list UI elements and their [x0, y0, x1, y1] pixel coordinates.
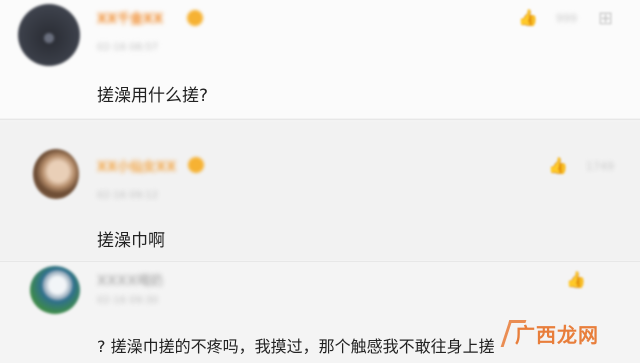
- thumbs-up-icon[interactable]: 👍: [548, 156, 568, 175]
- watermark: 广西龙网: [515, 323, 599, 347]
- like-count: 999: [556, 12, 577, 25]
- vip-badge-icon: [188, 157, 204, 173]
- timestamp: 02-16 09:30: [97, 295, 159, 306]
- username[interactable]: XX小仙女XX: [97, 156, 176, 175]
- username[interactable]: XX千金XX: [97, 8, 163, 27]
- timestamp: 02-16 08:57: [97, 42, 159, 53]
- divider: [0, 119, 640, 120]
- like-count: 1749: [586, 160, 614, 173]
- divider: [0, 261, 640, 262]
- avatar[interactable]: [30, 266, 80, 314]
- thumbs-up-icon[interactable]: 👍: [566, 270, 586, 289]
- comment-text: 搓澡用什么搓?: [97, 86, 209, 106]
- comment-text: ? 搓澡巾搓的不疼吗，我摸过，那个触感我不敢往身上搓: [97, 337, 495, 356]
- more-options-icon[interactable]: ⊞: [598, 8, 613, 29]
- comment-item-1: [0, 0, 640, 118]
- timestamp: 02-16 09:12: [97, 190, 159, 201]
- vip-badge-icon: [187, 10, 203, 26]
- comment-item-2: [0, 122, 640, 260]
- avatar[interactable]: [18, 4, 80, 66]
- avatar[interactable]: [33, 149, 79, 199]
- thumbs-up-icon[interactable]: 👍: [518, 8, 538, 27]
- username[interactable]: XXXX喝奶: [97, 270, 163, 289]
- comment-text: 搓澡巾啊: [97, 231, 165, 251]
